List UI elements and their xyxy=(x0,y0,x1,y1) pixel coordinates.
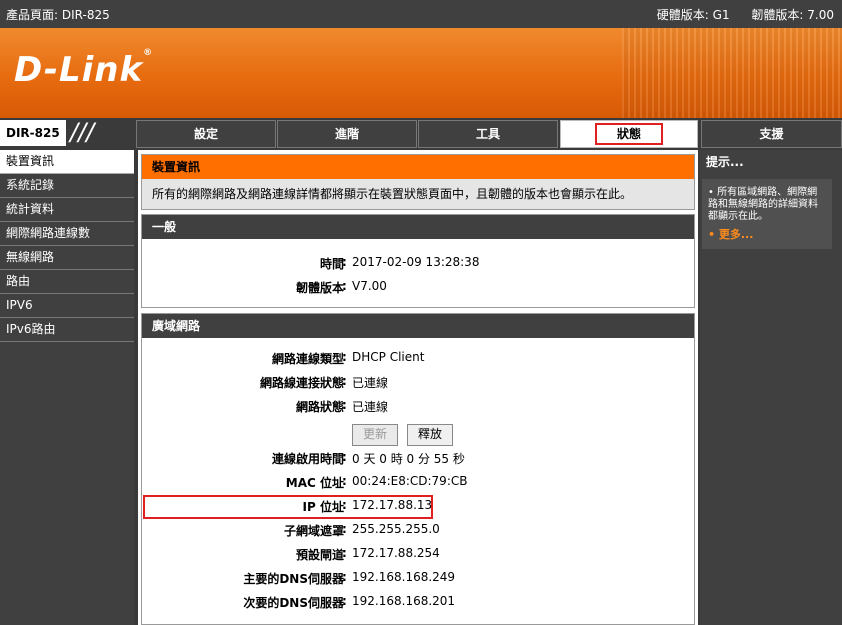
nav-row: DIR-825 /// 設定 進階 工具 狀態 支援 xyxy=(0,118,842,150)
renew-button[interactable]: 更新 xyxy=(352,424,398,446)
banner-stripes xyxy=(622,28,842,118)
firmware-row: 韌體版本 : V7.00 xyxy=(142,277,694,297)
firmware-version: 韌體版本: 7.00 xyxy=(751,8,834,22)
table-row: 次要的DNS伺服器: 192.168.168.201 xyxy=(243,594,456,610)
sidebar-item-ipv6-routing[interactable]: IPv6路由 xyxy=(0,318,134,342)
tab-support[interactable]: 支援 xyxy=(701,120,842,148)
general-title: 一般 xyxy=(142,215,694,239)
release-button[interactable]: 釋放 xyxy=(407,424,453,446)
ip-highlight-box xyxy=(143,495,433,519)
brand-banner: D-Link® xyxy=(0,28,842,118)
hints-box: • 所有區域網路、網際網路和無線網路的詳細資料都顯示在此。 • 更多... xyxy=(702,179,832,249)
sidebar-item-device-info[interactable]: 裝置資訊 xyxy=(0,150,134,174)
version-info: 硬體版本: G1 韌體版本: 7.00 xyxy=(639,6,834,23)
sidebar: 裝置資訊 系統記錄 統計資料 網際網路連線數 無線網路 路由 IPV6 IPv6… xyxy=(0,150,134,625)
sidebar-item-logs[interactable]: 系統記錄 xyxy=(0,174,134,198)
wan-section: 廣域網路 網路連線類型: DHCP Client 網路線連接狀態: 已連線 網路… xyxy=(141,313,695,625)
time-row: 時間 : 2017-02-09 13:28:38 xyxy=(142,253,694,273)
sidebar-item-wireless[interactable]: 無線網路 xyxy=(0,246,134,270)
hint-text: • 所有區域網路、網際網路和無線網路的詳細資料都顯示在此。 xyxy=(708,187,818,222)
model-label: DIR-825 xyxy=(0,120,67,146)
table-row: 網路連線類型: DHCP Client xyxy=(271,350,425,366)
sidebar-item-statistics[interactable]: 統計資料 xyxy=(0,198,134,222)
main-content: 裝置資訊 所有的網際網路及網路連線詳情都將顯示在裝置狀態頁面中，且韌體的版本也會… xyxy=(138,150,698,625)
device-info-section: 裝置資訊 所有的網際網路及網路連線詳情都將顯示在裝置狀態頁面中，且韌體的版本也會… xyxy=(141,154,695,210)
general-section: 一般 時間 : 2017-02-09 13:28:38 韌體版本 : V7.00 xyxy=(141,214,695,308)
tab-advanced[interactable]: 進階 xyxy=(277,120,417,148)
hints-title: 提示... xyxy=(706,155,744,169)
device-info-title: 裝置資訊 xyxy=(142,155,694,179)
time-label: 時間 xyxy=(319,257,344,271)
firmware-value: V7.00 xyxy=(352,279,387,293)
table-row: 連線啟用時間: 0 天 0 時 0 分 55 秒 xyxy=(271,450,465,466)
table-row: 網路狀態: 已連線 xyxy=(295,398,389,414)
table-row: 預設閘道: 172.17.88.254 xyxy=(295,546,440,562)
more-link[interactable]: • 更多... xyxy=(708,229,826,241)
sidebar-item-routing[interactable]: 路由 xyxy=(0,270,134,294)
hints-panel: 提示... • 所有區域網路、網際網路和無線網路的詳細資料都顯示在此。 • 更多… xyxy=(700,150,842,625)
device-info-description: 所有的網際網路及網路連線詳情都將顯示在裝置狀態頁面中，且韌體的版本也會顯示在此。 xyxy=(142,179,694,209)
top-status-bar: 產品頁面: DIR-825 硬體版本: G1 韌體版本: 7.00 xyxy=(0,0,842,28)
dlink-logo: D-Link® xyxy=(14,47,154,90)
table-row: MAC 位址: 00:24:E8:CD:79:CB xyxy=(285,474,468,490)
table-row: 網路線連接狀態: 已連線 xyxy=(259,374,389,390)
firmware-label: 韌體版本 xyxy=(295,281,344,295)
product-page-label: 產品頁面: DIR-825 xyxy=(6,8,110,22)
hardware-version: 硬體版本: G1 xyxy=(656,8,730,22)
table-row: 主要的DNS伺服器: 192.168.168.249 xyxy=(243,570,456,586)
model-slashes: /// xyxy=(66,120,138,146)
tab-tools[interactable]: 工具 xyxy=(418,120,558,148)
table-row: 子網域遮罩: 255.255.255.0 xyxy=(283,522,440,538)
time-value: 2017-02-09 13:28:38 xyxy=(352,255,480,269)
main-tabs: 設定 進階 工具 狀態 支援 xyxy=(136,120,842,148)
sidebar-item-ipv6[interactable]: IPV6 xyxy=(0,294,134,318)
tab-setup[interactable]: 設定 xyxy=(136,120,276,148)
sidebar-item-internet-sessions[interactable]: 網際網路連線數 xyxy=(0,222,134,246)
tab-status[interactable]: 狀態 xyxy=(560,120,698,148)
wan-title: 廣域網路 xyxy=(142,314,694,338)
